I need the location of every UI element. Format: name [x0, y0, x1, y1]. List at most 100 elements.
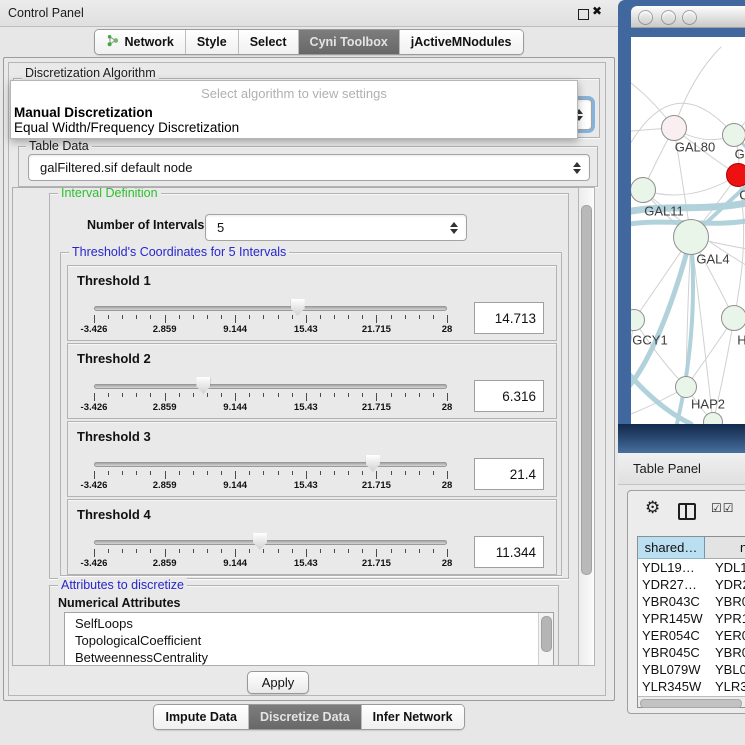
interval-definition-group: Interval Definition Number of Intervals …	[49, 193, 569, 579]
cell-name: YBR0	[705, 644, 745, 661]
threshold-slider[interactable]: -3.4262.8599.14415.4321.71528	[94, 266, 447, 340]
threshold-value-field[interactable]: 21.4	[474, 458, 544, 490]
table-body[interactable]: YDL19…YDL1YDR27…YDR2YBR043CYBR0YPR145WYP…	[638, 559, 745, 698]
cell-shared-name: YBR045C	[638, 644, 705, 661]
network-node-gal4[interactable]	[673, 219, 709, 255]
slider-tick-labels: -3.4262.8599.14415.4321.71528	[94, 480, 447, 492]
close-traffic-light-icon[interactable]	[638, 10, 653, 25]
threshold-value-field[interactable]: 14.713	[474, 302, 544, 334]
network-node-ga[interactable]	[722, 123, 745, 147]
attribute-item-selfloops[interactable]: SelfLoops	[65, 615, 538, 632]
tab-cyni-toolbox[interactable]: Cyni Toolbox	[298, 30, 399, 54]
network-node-label: GAL80	[675, 140, 715, 155]
tab-style[interactable]: Style	[185, 30, 238, 54]
slider-thumb[interactable]	[366, 455, 380, 472]
tab-select[interactable]: Select	[238, 30, 298, 54]
tab-jactivemnodules-label: jActiveMNodules	[411, 35, 512, 49]
slider-track	[94, 540, 447, 545]
slider-thumb[interactable]	[196, 377, 210, 394]
threshold-slider[interactable]: -3.4262.8599.14415.4321.71528	[94, 344, 447, 418]
tick-label: 9.144	[223, 558, 247, 569]
network-node-label: GA	[735, 147, 745, 162]
network-window-bottom-frame	[618, 424, 745, 453]
tick-label: 2.859	[153, 402, 177, 413]
network-node-hap2[interactable]	[675, 376, 697, 398]
numerical-attributes-list[interactable]: SelfLoopsTopologicalCoefficientBetweenne…	[64, 612, 554, 666]
number-of-intervals-value: 5	[217, 215, 224, 240]
horizontal-scrollbar-thumb[interactable]	[640, 699, 742, 708]
network-node-gal11[interactable]	[631, 177, 656, 203]
interval-group-label: Interval Definition	[58, 187, 161, 200]
apply-button[interactable]: Apply	[247, 671, 309, 694]
attribute-item-topologicalcoefficient[interactable]: TopologicalCoefficient	[65, 632, 538, 649]
list-scrollbar-thumb[interactable]	[541, 616, 552, 652]
slider-tick-labels: -3.4262.8599.14415.4321.71528	[94, 558, 447, 570]
table-row[interactable]: YBL079WYBL0	[638, 661, 745, 678]
float-window-button[interactable]	[578, 9, 589, 20]
network-node-c[interactable]	[726, 163, 745, 187]
tick-label: 2.859	[153, 558, 177, 569]
table-data-combo[interactable]: galFiltered.sif default node	[28, 154, 590, 181]
tick-label: 2.859	[153, 324, 177, 335]
column-header-name[interactable]: na	[705, 537, 745, 559]
algorithm-popup-options: Manual DiscretizationEqual Width/Frequen…	[14, 105, 574, 135]
gear-icon[interactable]: ⚙	[645, 499, 660, 517]
tab-network[interactable]: Network	[95, 30, 184, 54]
network-node-gal80[interactable]	[661, 115, 687, 141]
threshold-box-1: Threshold 1-3.4262.8599.14415.4321.71528…	[67, 265, 557, 341]
minimize-traffic-light-icon[interactable]	[661, 10, 676, 25]
bottom-tab-discretize-data-label: Discretize Data	[260, 710, 350, 724]
attribute-item-betweennesscentrality[interactable]: BetweennessCentrality	[65, 649, 538, 666]
network-window-titlebar[interactable]	[631, 6, 745, 28]
slider-track	[94, 462, 447, 467]
slider-thumb[interactable]	[291, 299, 305, 316]
columns-icon[interactable]	[678, 503, 696, 520]
table-row[interactable]: YBR043CYBR0	[638, 593, 745, 610]
table-row[interactable]: YBR045CYBR0	[638, 644, 745, 661]
checked-box-icons[interactable]: ☑☑	[711, 501, 735, 515]
tab-style-label: Style	[197, 35, 227, 49]
table-row[interactable]: YLR345WYLR3	[638, 678, 745, 695]
vertical-scrollbar[interactable]	[578, 187, 595, 666]
network-node-label: C	[739, 188, 745, 203]
slider-ticks	[94, 549, 447, 557]
slider-track	[94, 384, 447, 389]
bottom-tab-impute-data[interactable]: Impute Data	[154, 705, 248, 729]
horizontal-scrollbar[interactable]	[638, 696, 745, 707]
settings-scroll-viewport: Interval Definition Number of Intervals …	[12, 187, 580, 666]
tick-label: 2.859	[153, 480, 177, 491]
top-tabs: Network Style Select Cyni Toolbox jActiveMNo…	[94, 29, 523, 55]
table-row[interactable]: YDR27…YDR2	[638, 576, 745, 593]
column-header-shared-name[interactable]: shared…	[638, 537, 705, 559]
table-data-group-label: Table Data	[26, 139, 92, 153]
table-row[interactable]: YDL19…YDL1	[638, 559, 745, 576]
network-node-label: HAP2	[691, 397, 725, 412]
slider-thumb[interactable]	[253, 533, 267, 550]
tab-cyni-toolbox-label: Cyni Toolbox	[310, 35, 388, 49]
cell-shared-name: YER054C	[638, 627, 705, 644]
algorithm-option-manual-discretization[interactable]: Manual Discretization	[14, 105, 574, 120]
threshold-value-field[interactable]: 11.344	[474, 536, 544, 568]
tab-jactivemnodules[interactable]: jActiveMNodules	[399, 30, 523, 54]
close-panel-button[interactable]: ✖	[592, 4, 602, 18]
cell-name: YER0	[705, 627, 745, 644]
network-node-label: GAL4	[696, 252, 729, 267]
threshold-slider[interactable]: -3.4262.8599.14415.4321.71528	[94, 500, 447, 574]
threshold-value-field[interactable]: 6.316	[474, 380, 544, 412]
number-of-intervals-combo[interactable]: 5	[205, 214, 467, 241]
tick-label: 15.43	[294, 558, 318, 569]
algorithm-option-equal-width-frequency-discretization[interactable]: Equal Width/Frequency Discretization	[14, 120, 574, 135]
cell-shared-name: YLR345W	[638, 678, 705, 695]
zoom-traffic-light-icon[interactable]	[682, 10, 697, 25]
threshold-slider[interactable]: -3.4262.8599.14415.4321.71528	[94, 422, 447, 496]
vertical-scrollbar-thumb[interactable]	[581, 205, 592, 575]
table-row[interactable]: YPR145WYPR1	[638, 610, 745, 627]
table-row[interactable]: YER054CYER0	[638, 627, 745, 644]
list-scrollbar[interactable]	[538, 613, 553, 666]
control-panel-titlebar: Control Panel ✖	[0, 0, 618, 27]
bottom-tab-infer-network[interactable]: Infer Network	[361, 705, 464, 729]
bottom-tab-discretize-data[interactable]: Discretize Data	[248, 705, 361, 729]
network-canvas[interactable]: GAL80GACGAL11GAL4GCY1HHAP2	[631, 37, 745, 424]
bottom-tab-infer-network-label: Infer Network	[373, 710, 453, 724]
network-node-h[interactable]	[721, 305, 745, 331]
